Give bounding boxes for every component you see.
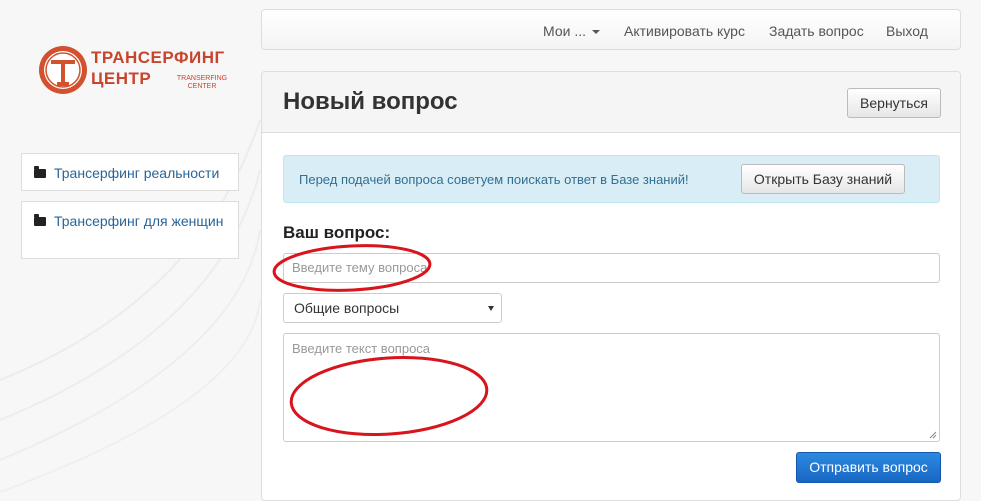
folder-icon (34, 166, 46, 178)
logo-english-line1: TRANSERFING (176, 75, 228, 82)
sidebar-item-label: Трансерфинг реальности (54, 165, 220, 181)
question-label: Ваш вопрос: (283, 223, 391, 242)
nav-logout[interactable]: Выход (886, 22, 928, 40)
question-body-textarea[interactable]: Введите текст вопроса (283, 333, 940, 442)
dropdown-arrow-icon (488, 306, 494, 311)
logo-emblem-icon (39, 46, 87, 94)
nav-ask-question[interactable]: Задать вопрос (769, 22, 864, 40)
logo-english: TRANSERFING CENTER (175, 75, 229, 91)
nav-my-dropdown[interactable]: Мои ... (543, 22, 600, 40)
subject-input[interactable]: Введите тему вопроса (283, 253, 940, 283)
resize-handle-icon[interactable] (929, 431, 937, 439)
alert-text: Перед подачей вопроса советуем поискать … (299, 172, 689, 187)
sidebar-item-transerfing-women[interactable]: Трансерфинг для женщин (21, 201, 239, 259)
category-select[interactable]: Общие вопросы (283, 293, 502, 323)
textarea-placeholder: Введите текст вопроса (292, 341, 431, 356)
caret-down-icon (591, 30, 600, 35)
submit-question-button[interactable]: Отправить вопрос (796, 452, 941, 483)
page-title: Новый вопрос (283, 88, 458, 115)
sidebar-item-transerfing-reality[interactable]: Трансерфинг реальности (21, 153, 239, 191)
logo-title: ТРАНСЕРФИНГ (91, 48, 225, 67)
logo[interactable]: ТРАНСЕРФИНГ ЦЕНТР TRANSERFING CENTER (37, 42, 237, 102)
category-selected-value: Общие вопросы (294, 300, 400, 316)
folder-icon (34, 214, 46, 226)
nav-activate-course[interactable]: Активировать курс (624, 22, 745, 40)
top-navbar: Мои ... Активировать курс Задать вопрос … (261, 9, 961, 50)
logo-english-line2: CENTER (187, 83, 217, 90)
nav-my-label: Мои ... (543, 23, 586, 39)
open-knowledge-base-button[interactable]: Открыть Базу знаний (741, 164, 905, 194)
knowledge-base-alert: Перед подачей вопроса советуем поискать … (283, 155, 940, 203)
panel-header: Новый вопрос Вернуться (262, 72, 960, 133)
sidebar-item-label: Трансерфинг для женщин (54, 213, 224, 229)
question-panel: Новый вопрос Вернуться Перед подачей воп… (261, 71, 961, 501)
back-button[interactable]: Вернуться (847, 88, 941, 118)
logo-subtitle: ЦЕНТР (91, 69, 152, 88)
